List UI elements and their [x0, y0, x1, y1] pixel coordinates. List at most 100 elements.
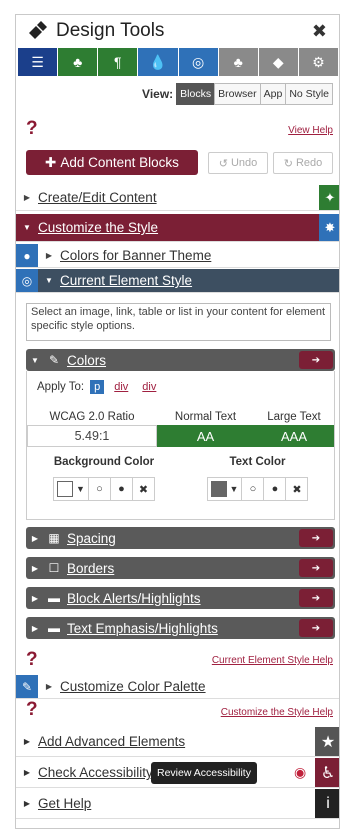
redo-button[interactable]: ↻ Redo	[273, 152, 333, 174]
sitemap-icon[interactable]: ♣	[58, 48, 99, 76]
help-icon[interactable]: ?	[26, 699, 38, 721]
current-element-style-link[interactable]: Current Element Style	[60, 273, 192, 288]
current-element-help-link[interactable]: Current Element Style Help	[212, 655, 333, 666]
grid-icon: ▦	[48, 531, 60, 545]
spacing-link[interactable]: Spacing	[67, 531, 116, 546]
caret-right-icon: ▶	[31, 593, 39, 603]
help-icon[interactable]: ?	[26, 649, 38, 671]
chevron-down-icon[interactable]: ▼	[76, 484, 85, 494]
create-edit-link[interactable]: Create/Edit Content	[38, 190, 157, 205]
exit-icon[interactable]: ➔	[299, 559, 333, 577]
block-alerts-bar[interactable]: ▶ ▬ Block Alerts/Highlights ➔	[26, 587, 335, 609]
undo-label: Undo	[230, 157, 258, 169]
exit-icon[interactable]: ➔	[299, 589, 333, 607]
caret-down-icon: ▼	[31, 355, 39, 365]
droplet-icon: ●	[16, 244, 38, 267]
paintbrush-icon: ✎	[48, 353, 60, 367]
text-emphasis-link[interactable]: Text Emphasis/Highlights	[67, 621, 218, 636]
view-help-link[interactable]: View Help	[288, 125, 333, 136]
caret-right-icon: ▶	[31, 533, 39, 543]
caret-right-icon: ▶	[31, 623, 39, 633]
caret-right-icon: ▶	[23, 737, 31, 746]
close-icon[interactable]: ✖	[312, 21, 327, 42]
borders-bar[interactable]: ▶ ☐ Borders ➔	[26, 557, 335, 579]
view-app-button[interactable]: App	[259, 83, 287, 105]
gear-icon: ✸	[319, 214, 339, 241]
apply-to-div[interactable]: div	[110, 380, 132, 394]
background-color-picker: ▼ ○ ● ✖	[53, 477, 155, 501]
note-icon: ▬	[48, 621, 60, 635]
dark-circle-icon[interactable]: ●	[263, 478, 285, 500]
text-color-label: Text Color	[229, 456, 286, 468]
current-element-style-row[interactable]: ◎ ▼ Current Element Style	[16, 269, 339, 293]
get-help-row[interactable]: ▶ Get Help i	[16, 789, 339, 819]
layout-icon[interactable]: ☰	[18, 48, 59, 76]
add-content-blocks-label: Add Content Blocks	[60, 155, 179, 170]
color-pickers: ▼ ○ ● ✖ ▼ ○ ● ✖	[27, 477, 334, 501]
exit-icon[interactable]: ➔	[299, 619, 333, 637]
logo-icon	[26, 20, 48, 42]
colors-banner-link[interactable]: Colors for Banner Theme	[60, 248, 211, 263]
square-icon: ☐	[48, 561, 60, 575]
chevron-down-icon[interactable]: ▼	[230, 484, 239, 494]
universal-access-icon[interactable]: ♿	[315, 758, 339, 787]
get-help-link[interactable]: Get Help	[38, 796, 91, 811]
wcag-ratio-header: WCAG 2.0 Ratio	[49, 410, 135, 423]
toolbar: ☰ ♣ ¶ 💧 ◎ ♣ ◆ ⚙	[18, 48, 339, 76]
paragraph-icon[interactable]: ¶	[98, 48, 139, 76]
tags-icon[interactable]: ⚙	[298, 48, 339, 76]
background-swatch[interactable]	[57, 481, 74, 497]
exit-icon[interactable]: ➔	[299, 351, 333, 369]
text-emphasis-bar[interactable]: ▶ ▬ Text Emphasis/Highlights ➔	[26, 617, 335, 639]
eye-icon[interactable]: ◉	[294, 764, 306, 781]
target-icon: ◎	[16, 269, 38, 292]
create-edit-row[interactable]: ▶ Create/Edit Content ✦	[16, 185, 339, 211]
caret-right-icon: ▶	[45, 682, 53, 691]
customize-style-help-link[interactable]: Customize the Style Help	[221, 707, 333, 718]
customize-style-row[interactable]: ▼ Customize the Style ✸	[16, 214, 339, 242]
colors-bar[interactable]: ▼ ✎ Colors ➔	[26, 349, 335, 371]
colors-link[interactable]: Colors	[67, 353, 106, 368]
apply-to-div-outer[interactable]: div	[138, 380, 160, 394]
view-browser-button[interactable]: Browser	[214, 83, 261, 105]
view-blocks-button[interactable]: Blocks	[176, 83, 216, 105]
caret-right-icon: ▶	[45, 251, 53, 260]
review-accessibility-tooltip: Review Accessibility	[151, 762, 257, 784]
borders-link[interactable]: Borders	[67, 561, 114, 576]
clear-icon[interactable]: ✖	[285, 478, 307, 500]
large-text-result: AAA	[254, 425, 334, 447]
help-icon[interactable]: ?	[26, 118, 38, 140]
magic-wand-icon: ✦	[319, 185, 339, 210]
light-circle-icon[interactable]: ○	[241, 478, 263, 500]
customize-style-link[interactable]: Customize the Style	[38, 220, 158, 235]
undo-icon: ↺	[218, 157, 228, 170]
text-swatch[interactable]	[210, 481, 227, 497]
undo-button[interactable]: ↺ Undo	[208, 152, 268, 174]
caret-right-icon: ▶	[23, 768, 31, 777]
tag-icon[interactable]: ◆	[258, 48, 299, 76]
target-icon[interactable]: ◎	[178, 48, 219, 76]
normal-text-result: AA	[157, 425, 254, 447]
light-circle-icon[interactable]: ○	[87, 478, 110, 500]
spacing-bar[interactable]: ▶ ▦ Spacing ➔	[26, 527, 335, 549]
view-no-style-button[interactable]: No Style	[285, 83, 333, 105]
droplet-icon[interactable]: 💧	[138, 48, 179, 76]
info-icon: i	[315, 789, 339, 818]
exit-icon[interactable]: ➔	[299, 529, 333, 547]
apply-to-p[interactable]: p	[90, 380, 105, 394]
colors-banner-row[interactable]: ● ▶ Colors for Banner Theme	[16, 244, 339, 268]
block-alerts-link[interactable]: Block Alerts/Highlights	[67, 591, 201, 606]
dark-circle-icon[interactable]: ●	[109, 478, 132, 500]
add-advanced-row[interactable]: ▶ Add Advanced Elements ★	[16, 727, 339, 757]
text-color-picker: ▼ ○ ● ✖	[206, 477, 309, 501]
add-advanced-link[interactable]: Add Advanced Elements	[38, 734, 185, 749]
large-text-header: Large Text	[267, 410, 321, 423]
users-icon[interactable]: ♣	[218, 48, 259, 76]
clear-icon[interactable]: ✖	[131, 478, 154, 500]
customize-palette-link[interactable]: Customize Color Palette	[60, 679, 206, 694]
add-content-blocks-button[interactable]: ✚ Add Content Blocks	[26, 150, 198, 175]
customize-palette-row[interactable]: ✎ ▶ Customize Color Palette	[16, 675, 339, 699]
check-accessibility-link[interactable]: Check Accessibility	[38, 765, 153, 780]
contrast-ratio-value: 5.49:1	[27, 425, 157, 447]
note-icon: ▬	[48, 591, 60, 605]
